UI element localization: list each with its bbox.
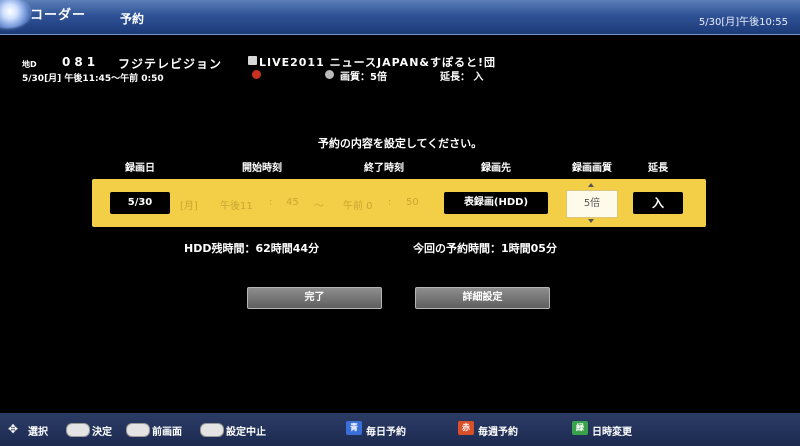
header-start-time: 開始時刻 bbox=[242, 163, 282, 174]
start-minute-field[interactable]: 45 bbox=[286, 197, 299, 208]
destination-field[interactable]: 表録画(HDD) bbox=[444, 192, 548, 214]
hint-daily-reservation[interactable]: 毎日予約 bbox=[366, 423, 406, 438]
disc-icon bbox=[0, 0, 30, 28]
program-quality: 画質：5倍 bbox=[340, 72, 387, 83]
back-key-icon bbox=[126, 423, 150, 437]
program-title-icon bbox=[248, 56, 257, 65]
header-quality: 録画画質 bbox=[572, 163, 612, 174]
end-minute-field[interactable]: 50 bbox=[406, 197, 419, 208]
record-mark-icon bbox=[252, 70, 261, 79]
blue-key-icon[interactable]: 青 bbox=[346, 421, 362, 435]
hint-change-datetime[interactable]: 日時変更 bbox=[592, 423, 632, 438]
end-hour-field[interactable]: 午前 0 bbox=[343, 197, 373, 212]
green-key-icon[interactable]: 緑 bbox=[572, 421, 588, 435]
enter-key-icon bbox=[66, 423, 90, 437]
weekday-text: [月] bbox=[180, 201, 198, 212]
time-range-tilde: 〜 bbox=[314, 201, 324, 212]
quality-field[interactable]: 5倍 bbox=[566, 190, 618, 218]
start-colon: : bbox=[269, 197, 273, 208]
header-destination: 録画先 bbox=[481, 163, 511, 174]
cancel-key-icon bbox=[200, 423, 224, 437]
app-name: コーダー bbox=[30, 8, 87, 23]
header-end-time: 終了時刻 bbox=[364, 163, 404, 174]
channel-number: 081 bbox=[62, 55, 100, 69]
details-button[interactable]: 詳細設定 bbox=[415, 287, 550, 309]
dpad-icon: ✥ bbox=[8, 422, 19, 436]
program-extension: 延長： 入 bbox=[440, 72, 484, 83]
hint-weekly-reservation[interactable]: 毎週予約 bbox=[478, 423, 518, 438]
header-extension: 延長 bbox=[648, 163, 668, 174]
channel-type: 地D bbox=[22, 60, 37, 69]
header-date: 録画日 bbox=[125, 163, 155, 174]
current-datetime: 5/30[月]午後10:55 bbox=[698, 17, 788, 28]
red-key-icon[interactable]: 赤 bbox=[458, 421, 474, 435]
instruction-text: 予約の内容を設定してください。 bbox=[317, 137, 483, 150]
screen-title: 予約 bbox=[120, 12, 145, 26]
hint-confirm: 決定 bbox=[92, 427, 112, 438]
hint-cancel-settings: 設定中止 bbox=[226, 427, 266, 438]
quality-up-arrow-icon[interactable] bbox=[588, 183, 594, 187]
date-field[interactable]: 5/30 bbox=[110, 192, 170, 214]
hint-previous-screen: 前画面 bbox=[152, 427, 182, 438]
done-button[interactable]: 完了 bbox=[247, 287, 382, 309]
hint-select: 選択 bbox=[28, 427, 48, 438]
reservation-duration: 今回の予約時間：1時間05分 bbox=[413, 242, 557, 255]
hdd-remaining-time: HDD残時間：62時間44分 bbox=[184, 242, 320, 255]
quality-mark-icon bbox=[325, 70, 334, 79]
quality-down-arrow-icon[interactable] bbox=[588, 219, 594, 223]
top-bar: コーダー 予約 5/30[月]午後10:55 bbox=[0, 0, 800, 35]
channel-name: フジテレビジョン bbox=[118, 57, 223, 71]
start-hour-field[interactable]: 午後11 bbox=[220, 197, 253, 212]
bottom-bar: ✥ 選択 決定 前画面 設定中止 青 毎日予約 赤 毎週予約 緑 日時変更 bbox=[0, 413, 800, 446]
extension-field[interactable]: 入 bbox=[633, 192, 683, 214]
program-airtime: 5/30[月] 午後11:45〜午前 0:50 bbox=[22, 74, 164, 84]
end-colon: : bbox=[388, 197, 392, 208]
